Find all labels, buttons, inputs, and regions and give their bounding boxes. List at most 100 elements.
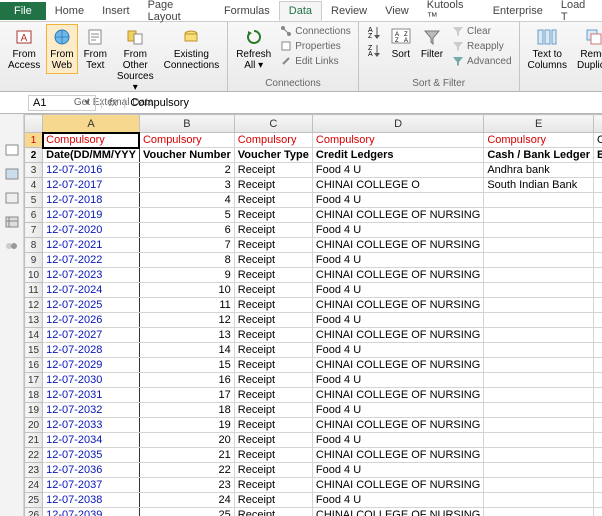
cell[interactable]: 12-07-2030 (43, 373, 140, 388)
cell[interactable] (484, 418, 594, 433)
cell[interactable]: Compulsory (43, 133, 140, 148)
row-header[interactable]: 19 (25, 403, 43, 418)
properties-button[interactable]: Properties (277, 39, 354, 53)
cell[interactable]: CHINAI COLLEGE OF NURSING (312, 328, 483, 343)
cell[interactable] (594, 223, 602, 238)
sidebar-icon[interactable] (5, 192, 19, 204)
cell[interactable]: Receipt (234, 238, 312, 253)
col-header-B[interactable]: B (139, 115, 234, 133)
cell[interactable] (594, 373, 602, 388)
cell[interactable]: 12-07-2039 (43, 508, 140, 516)
row-header[interactable]: 13 (25, 313, 43, 328)
row-header[interactable]: 18 (25, 388, 43, 403)
row-header[interactable]: 20 (25, 418, 43, 433)
cell[interactable] (484, 508, 594, 516)
cell[interactable]: 6 (139, 223, 234, 238)
cell[interactable]: 12-07-2036 (43, 463, 140, 478)
remove-duplicates-button[interactable]: Remo Duplica (573, 24, 602, 74)
cell[interactable]: Receipt (234, 493, 312, 508)
tab-insert[interactable]: Insert (93, 2, 139, 20)
row-header[interactable]: 22 (25, 448, 43, 463)
sort-button[interactable]: AZZASort (387, 24, 415, 63)
cell[interactable]: 12-07-2028 (43, 343, 140, 358)
cell[interactable]: Food 4 U (312, 463, 483, 478)
cell[interactable] (594, 433, 602, 448)
row-header[interactable]: 14 (25, 328, 43, 343)
cell[interactable]: Compulsory (312, 133, 483, 148)
cell[interactable] (594, 448, 602, 463)
cell[interactable] (594, 283, 602, 298)
spreadsheet-grid[interactable]: ABCDEF1CompulsoryCompulsoryCompulsoryCom… (24, 114, 602, 516)
cell[interactable] (594, 343, 602, 358)
connections-button[interactable]: Connections (277, 24, 354, 38)
cell[interactable]: Food 4 U (312, 253, 483, 268)
cell[interactable]: South Indian Bank (484, 178, 594, 193)
cell[interactable] (594, 313, 602, 328)
cell[interactable]: Receipt (234, 418, 312, 433)
cell[interactable]: 12-07-2026 (43, 313, 140, 328)
cell[interactable]: 12-07-2035 (43, 448, 140, 463)
row-header[interactable]: 12 (25, 298, 43, 313)
cell[interactable]: 23 (139, 478, 234, 493)
cell[interactable]: 9 (139, 268, 234, 283)
cell[interactable]: 12-07-2021 (43, 238, 140, 253)
sort-az-button[interactable]: AZ (363, 24, 385, 40)
row-header[interactable]: 10 (25, 268, 43, 283)
cell[interactable]: Cash / Bank Ledger (484, 148, 594, 163)
col-header-F[interactable]: F (594, 115, 602, 133)
existing-connections-button[interactable]: Existing Connections (160, 24, 224, 74)
cell[interactable]: Receipt (234, 193, 312, 208)
cell[interactable]: CHINAI COLLEGE OF NURSING (312, 358, 483, 373)
chevron-down-icon[interactable]: ▼ (83, 98, 91, 107)
cell[interactable]: Receipt (234, 403, 312, 418)
cell[interactable]: 21 (139, 448, 234, 463)
cell[interactable]: Compulsory (139, 133, 234, 148)
cell[interactable]: Receipt (234, 208, 312, 223)
tab-formulas[interactable]: Formulas (215, 2, 279, 20)
cell[interactable]: Receipt (234, 253, 312, 268)
cell[interactable] (594, 328, 602, 343)
clear-button[interactable]: Clear (449, 24, 514, 38)
tab-home[interactable]: Home (46, 2, 93, 20)
fx-icon[interactable]: fx (109, 97, 118, 109)
row-header[interactable]: 7 (25, 223, 43, 238)
cell[interactable]: Food 4 U (312, 433, 483, 448)
cell[interactable]: Food 4 U (312, 493, 483, 508)
cell[interactable] (594, 493, 602, 508)
cell[interactable] (594, 298, 602, 313)
cell[interactable] (484, 298, 594, 313)
sidebar-icon[interactable] (5, 168, 19, 180)
cell[interactable]: Compulsory (234, 133, 312, 148)
cell[interactable]: CHINAI COLLEGE OF NURSING (312, 448, 483, 463)
cell[interactable] (484, 238, 594, 253)
cell[interactable]: Receipt (234, 268, 312, 283)
col-header-A[interactable]: A (43, 115, 140, 133)
cell[interactable]: 12-07-2018 (43, 193, 140, 208)
cell[interactable] (484, 268, 594, 283)
cell[interactable]: 12-07-2029 (43, 358, 140, 373)
cell[interactable]: 12-07-2017 (43, 178, 140, 193)
cell[interactable]: Receipt (234, 328, 312, 343)
advanced-button[interactable]: Advanced (449, 54, 514, 68)
cell[interactable]: Compulsory (484, 133, 594, 148)
row-header[interactable]: 11 (25, 283, 43, 298)
cell[interactable] (484, 208, 594, 223)
cell[interactable]: CHINAI COLLEGE OF NURSING (312, 268, 483, 283)
cell[interactable]: Receipt (234, 223, 312, 238)
cell[interactable]: CHINAI COLLEGE OF NURSING (312, 238, 483, 253)
file-tab[interactable]: File (0, 2, 46, 20)
cell[interactable]: 22 (139, 463, 234, 478)
name-box[interactable]: A1▼ (28, 95, 96, 111)
cell[interactable] (594, 508, 602, 516)
select-all-corner[interactable] (25, 115, 43, 133)
cell[interactable] (484, 493, 594, 508)
cell[interactable] (594, 268, 602, 283)
cell[interactable]: CHINAI COLLEGE O (312, 178, 483, 193)
cell[interactable]: 12-07-2022 (43, 253, 140, 268)
cell[interactable]: 13 (139, 328, 234, 343)
cell[interactable]: 8 (139, 253, 234, 268)
cell[interactable] (484, 223, 594, 238)
cell[interactable]: Receipt (234, 433, 312, 448)
cell[interactable]: 12-07-2037 (43, 478, 140, 493)
cell[interactable]: 11 (139, 298, 234, 313)
